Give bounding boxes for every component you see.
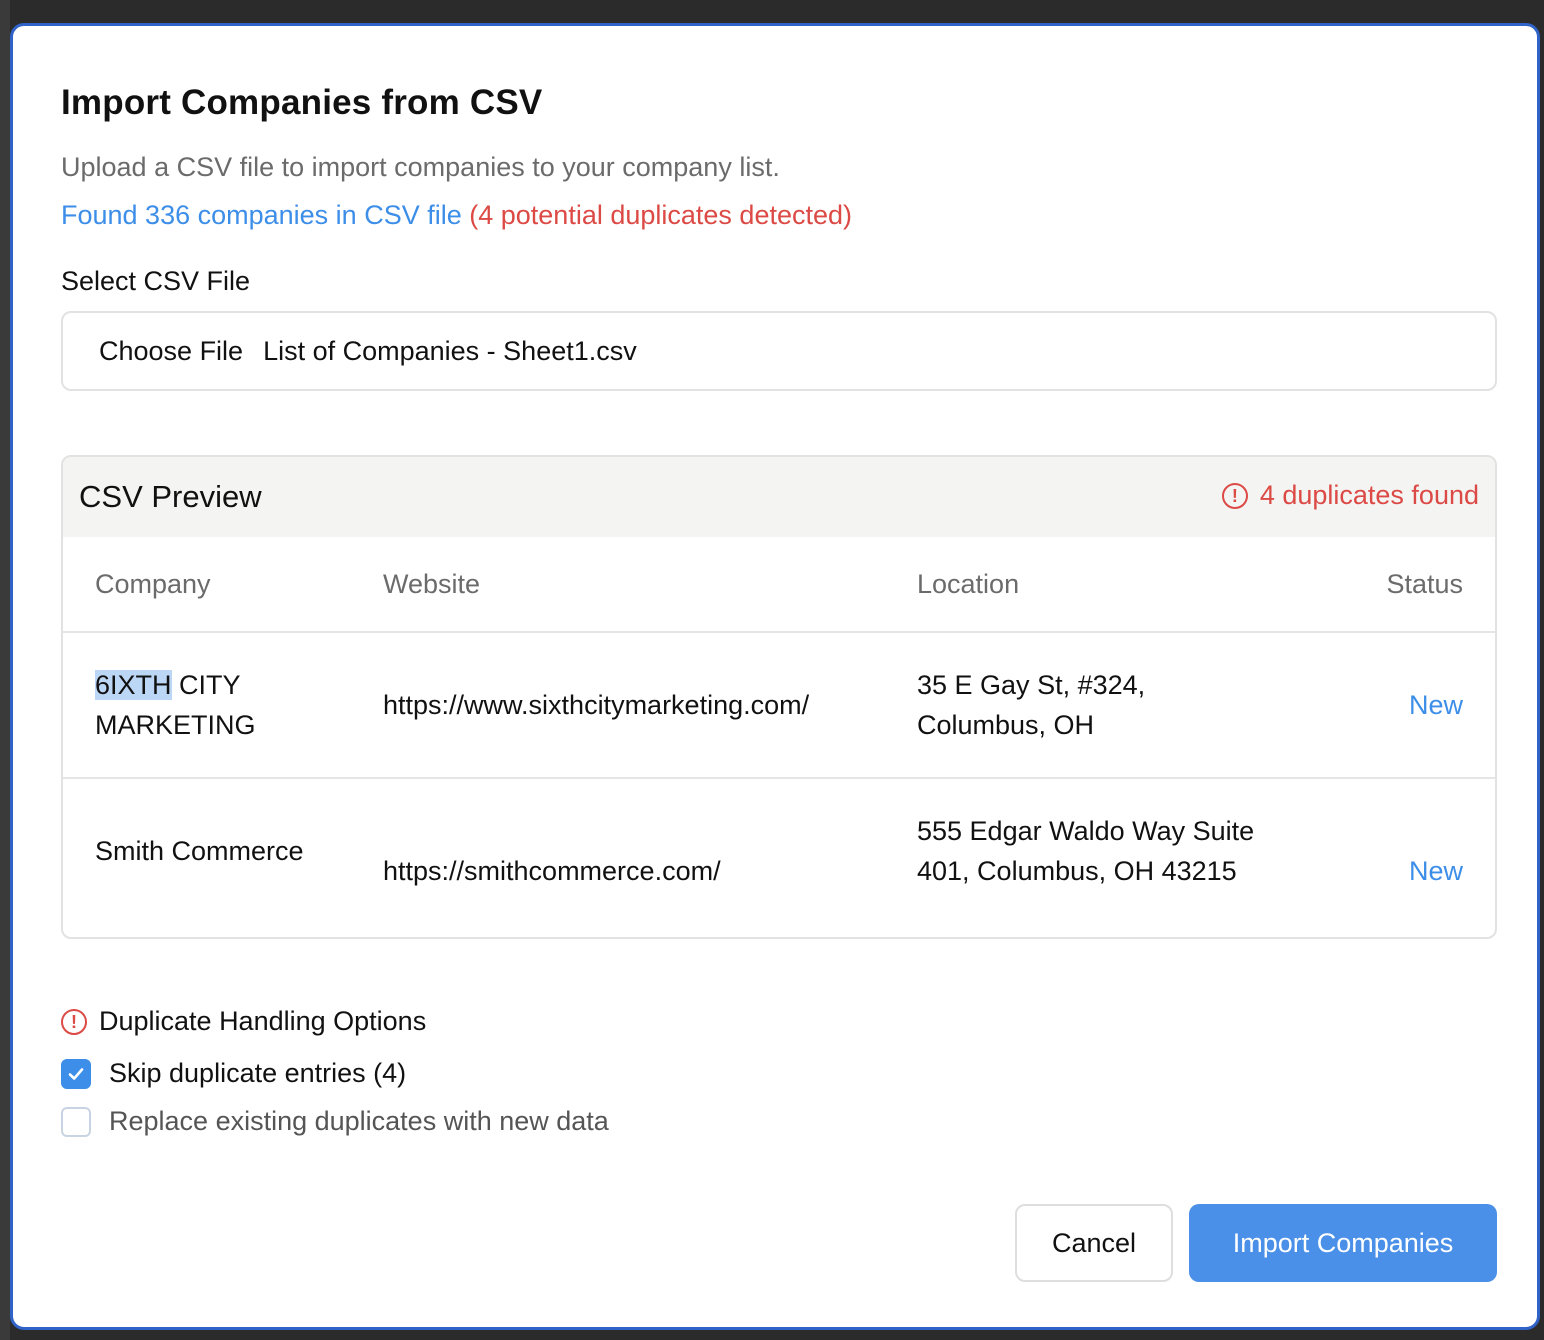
table-cell-location: 555 Edgar Waldo Way Suite 401, Columbus,…: [917, 816, 1255, 886]
backdrop: [0, 0, 10, 1340]
checkmark-icon: [68, 1067, 84, 1080]
alert-circle-icon: !: [61, 1008, 87, 1035]
table-cell-company: Smith Commerce: [95, 831, 335, 871]
preview-title: CSV Preview: [79, 479, 262, 514]
dialog-subtitle: Upload a CSV file to import companies to…: [61, 152, 780, 182]
replace-duplicates-option[interactable]: Replace existing duplicates with new dat…: [61, 1106, 609, 1137]
import-companies-button[interactable]: Import Companies: [1189, 1204, 1497, 1282]
company-name-text: Smith Commerce: [95, 836, 304, 866]
cancel-button[interactable]: Cancel: [1015, 1204, 1173, 1282]
selected-file-name: List of Companies - Sheet1.csv: [263, 335, 637, 366]
column-header-location: Location: [917, 569, 1020, 599]
status-badge: New: [1408, 856, 1463, 886]
column-header-company: Company: [95, 569, 211, 599]
replace-duplicates-checkbox[interactable]: [61, 1106, 91, 1137]
found-count-text: Found 336 companies in CSV file: [61, 200, 462, 230]
table-cell-website: https://smithcommerce.com/: [383, 856, 721, 886]
choose-file-button[interactable]: Choose File: [99, 336, 243, 367]
csv-preview-panel: CSV Preview ! 4 duplicates found Company…: [61, 455, 1497, 939]
preview-header: CSV Preview ! 4 duplicates found: [63, 457, 1495, 537]
row-divider: [63, 777, 1495, 779]
status-badge: New: [1408, 690, 1463, 720]
alert-circle-icon: !: [1221, 482, 1248, 509]
found-summary: Found 336 companies in CSV file (4 poten…: [61, 200, 852, 231]
table-cell-website: https://www.sixthcitymarketing.com/: [383, 690, 810, 720]
dialog-title: Import Companies from CSV: [61, 83, 543, 122]
skip-duplicates-label: Skip duplicate entries (4): [109, 1058, 407, 1088]
duplicates-found-text: 4 duplicates found: [1259, 480, 1479, 510]
company-name-selected-text: 6IXTH: [95, 670, 172, 700]
import-dialog: Import Companies from CSV Upload a CSV f…: [10, 23, 1540, 1330]
table-cell-company: 6IXTH CITY MARKETING: [95, 665, 335, 745]
column-header-status: Status: [1386, 569, 1463, 599]
skip-duplicates-checkbox[interactable]: [61, 1058, 91, 1089]
header-divider: [63, 631, 1495, 633]
duplicates-found-badge: ! 4 duplicates found: [1221, 480, 1479, 511]
file-field-label: Select CSV File: [61, 266, 251, 296]
column-header-website: Website: [383, 569, 481, 599]
duplicates-detected-text: (4 potential duplicates detected): [469, 200, 852, 230]
duplicate-options-heading: ! Duplicate Handling Options: [61, 1006, 426, 1037]
skip-duplicates-option[interactable]: Skip duplicate entries (4): [61, 1058, 406, 1089]
table-cell-location: 35 E Gay St, #324, Columbus, OH: [917, 670, 1146, 740]
file-input[interactable]: Choose File List of Companies - Sheet1.c…: [61, 311, 1497, 391]
duplicate-options-title: Duplicate Handling Options: [99, 1006, 427, 1036]
replace-duplicates-label: Replace existing duplicates with new dat…: [109, 1106, 609, 1136]
